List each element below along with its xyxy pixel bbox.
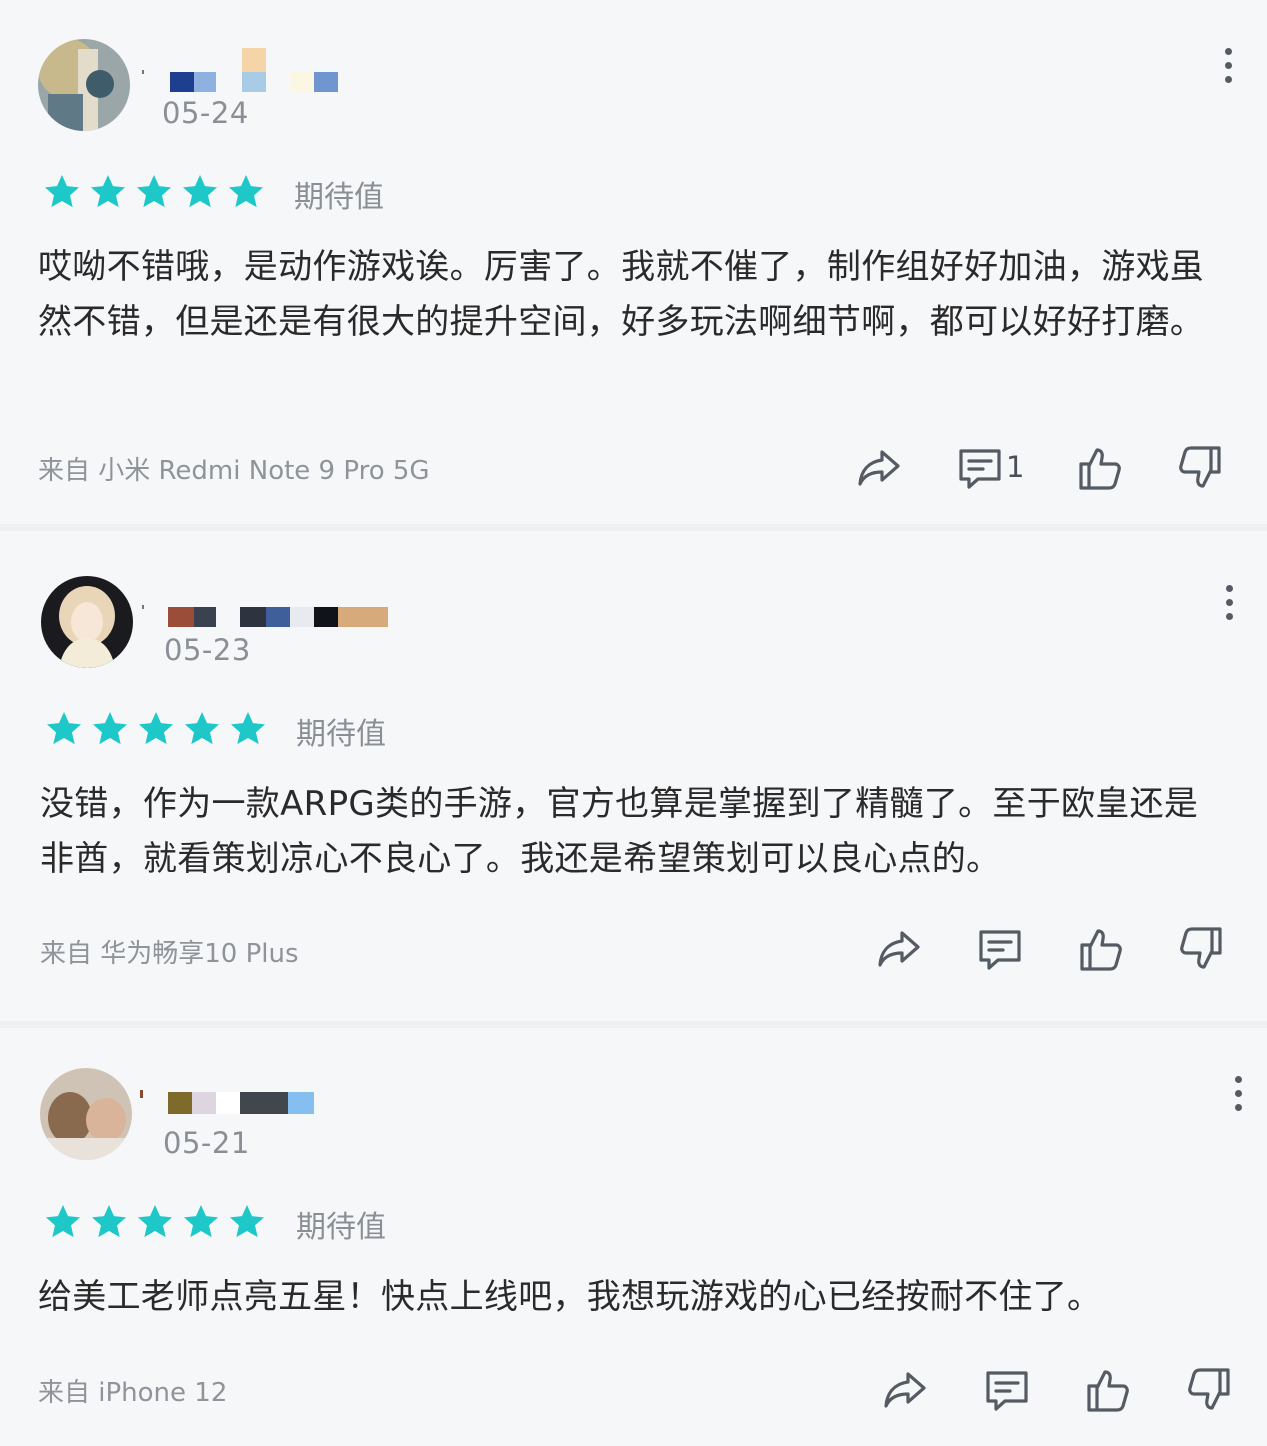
- comment-icon: [986, 1371, 1028, 1411]
- more-options-icon[interactable]: [1233, 1076, 1243, 1116]
- comment-button[interactable]: [983, 1366, 1031, 1414]
- star-icon: [91, 175, 125, 208]
- star-icon: [45, 175, 79, 208]
- share-button[interactable]: [882, 1366, 930, 1414]
- star-icon: [185, 712, 219, 745]
- star-icon: [139, 712, 173, 745]
- more-options-icon[interactable]: [1224, 585, 1234, 625]
- like-button[interactable]: [1084, 1366, 1132, 1414]
- device-source: 来自 iPhone 12: [38, 1378, 228, 1408]
- device-source: 来自 小米 Redmi Note 9 Pro 5G: [38, 456, 430, 486]
- thumbs-down-icon: [1188, 1368, 1230, 1410]
- star-icon: [46, 1205, 80, 1238]
- dislike-button[interactable]: [1176, 444, 1224, 492]
- review-date: 05-24: [162, 96, 249, 130]
- star-icon: [137, 175, 171, 208]
- review-card: 05-24 期待值 哎呦不错哦，是动作游戏诶。厉害了。我就不催了，制作组好好加油…: [0, 0, 1267, 524]
- review-content: 哎呦不错哦，是动作游戏诶。厉害了。我就不催了，制作组好好加油，游戏虽然不错，但是…: [38, 247, 1205, 342]
- review-date: 05-23: [164, 633, 251, 667]
- more-options-icon[interactable]: [1223, 48, 1233, 88]
- username-mosaic: [138, 1088, 328, 1128]
- star-rating: [42, 172, 272, 212]
- review-card: 05-23 期待值 没错，作为一款ARPG类的手游，官方也算是掌握到了精髓了。至…: [0, 531, 1267, 1021]
- star-icon: [92, 1205, 126, 1238]
- star-icon: [47, 712, 81, 745]
- avatar[interactable]: [38, 39, 130, 131]
- comment-button[interactable]: [956, 444, 1004, 492]
- share-button[interactable]: [856, 444, 904, 492]
- username-mosaic: [140, 46, 370, 92]
- share-icon: [858, 450, 900, 486]
- star-icon: [184, 1205, 218, 1238]
- star-icon: [230, 1205, 264, 1238]
- dislike-button[interactable]: [1177, 925, 1225, 973]
- star-icon: [93, 712, 127, 745]
- thumbs-up-icon: [1087, 1370, 1129, 1412]
- star-icon: [231, 712, 265, 745]
- star-rating: [43, 1202, 273, 1242]
- rating-label: 期待值: [296, 1210, 386, 1245]
- rating-label: 期待值: [296, 717, 386, 752]
- share-icon: [884, 1372, 926, 1408]
- rating-label: 期待值: [294, 180, 384, 215]
- comment-icon: [979, 930, 1021, 970]
- thumbs-down-icon: [1180, 927, 1222, 969]
- comment-button[interactable]: [976, 925, 1024, 973]
- like-button[interactable]: [1077, 925, 1125, 973]
- star-icon: [138, 1205, 172, 1238]
- avatar[interactable]: [41, 576, 133, 668]
- review-content: 没错，作为一款ARPG类的手游，官方也算是掌握到了精髓了。至于欧皇还是非酋，就看…: [40, 784, 1199, 879]
- share-button[interactable]: [876, 925, 924, 973]
- star-icon: [229, 175, 263, 208]
- star-rating: [44, 709, 274, 749]
- username-mosaic: [142, 581, 392, 627]
- comment-count: 1: [1006, 450, 1025, 484]
- review-date: 05-21: [163, 1126, 250, 1160]
- device-source: 来自 华为畅享10 Plus: [40, 939, 299, 969]
- dislike-button[interactable]: [1185, 1366, 1233, 1414]
- like-button[interactable]: [1076, 444, 1124, 492]
- share-icon: [878, 931, 920, 967]
- avatar[interactable]: [40, 1068, 132, 1160]
- review-content: 给美工老师点亮五星！快点上线吧，我想玩游戏的心已经按耐不住了。: [38, 1277, 1102, 1317]
- thumbs-up-icon: [1079, 448, 1121, 490]
- star-icon: [183, 175, 217, 208]
- thumbs-up-icon: [1080, 929, 1122, 971]
- comment-icon: [959, 449, 1001, 489]
- thumbs-down-icon: [1179, 446, 1221, 488]
- review-card: 05-21 期待值 给美工老师点亮五星！快点上线吧，我想玩游戏的心已经按耐不住了…: [0, 1028, 1267, 1446]
